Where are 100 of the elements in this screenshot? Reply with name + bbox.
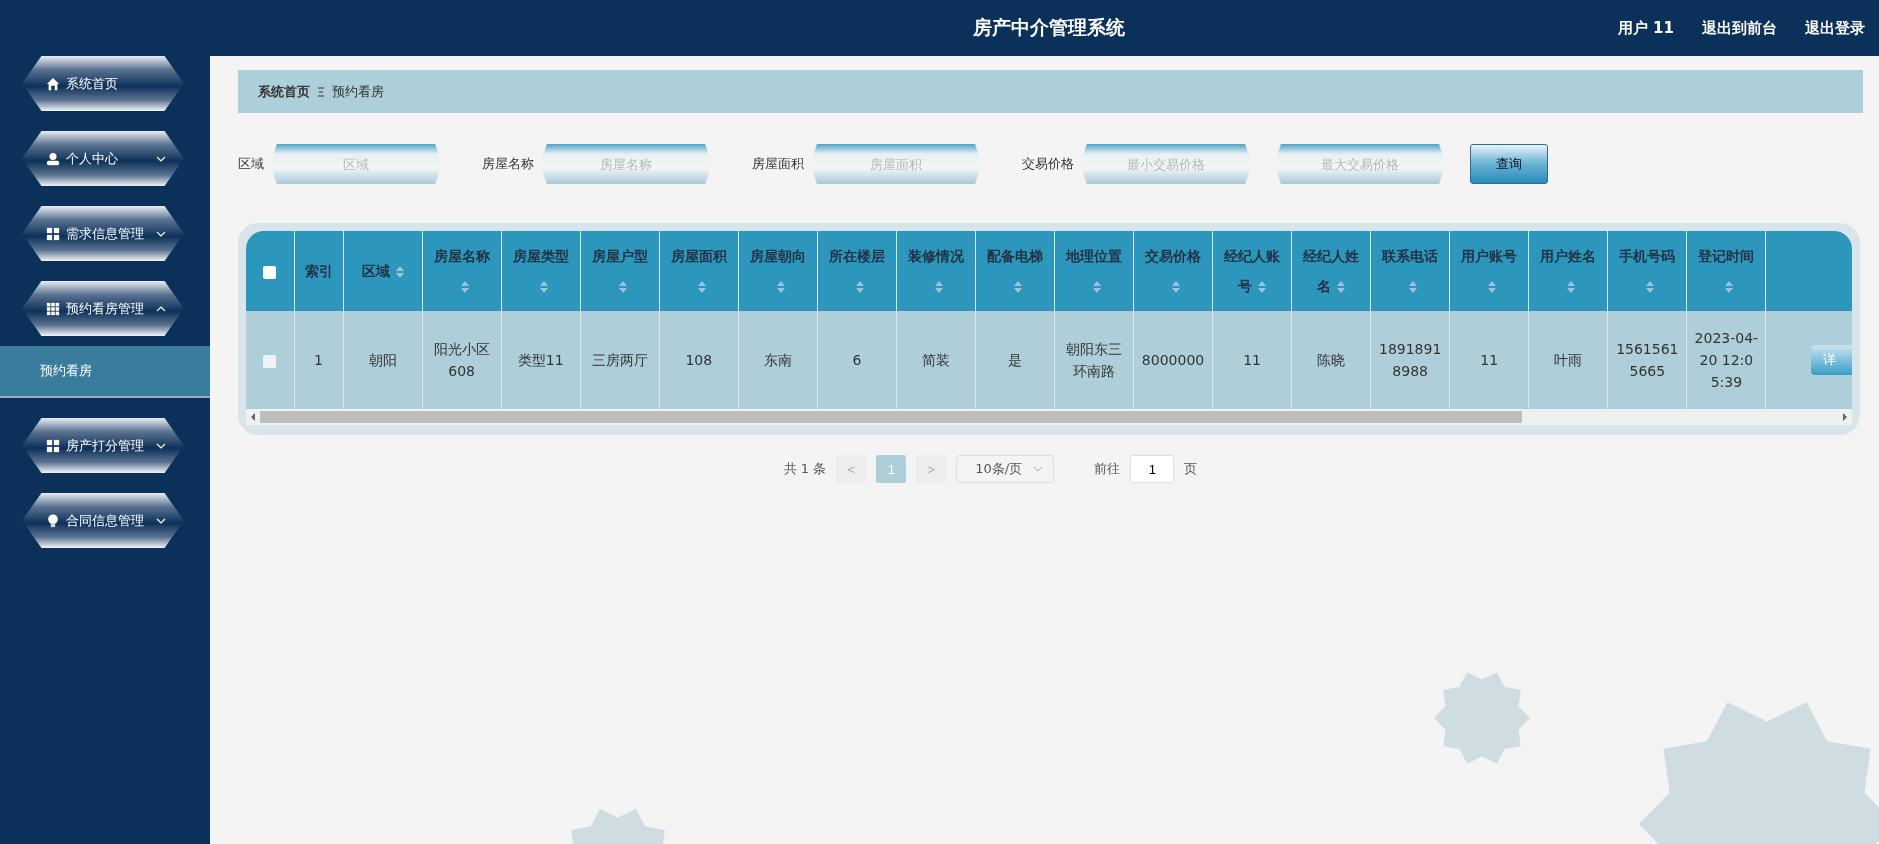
person-icon — [46, 151, 60, 166]
search-field[interactable]: 最小交易价格 — [1080, 144, 1252, 184]
table-cell: 6 — [852, 352, 862, 368]
sort-icon[interactable] — [855, 281, 864, 293]
sort-icon[interactable] — [1337, 281, 1346, 293]
horizontal-scrollbar[interactable] — [246, 409, 1852, 425]
search-field[interactable]: 区域 — [270, 144, 442, 184]
scroll-right-icon[interactable] — [1842, 413, 1848, 421]
sidebar-item[interactable]: 预约看房管理 — [22, 281, 184, 336]
app-title: 房产中介管理系统 — [971, 15, 1126, 40]
sidebar-item[interactable]: 房产打分管理 — [22, 418, 184, 473]
table-cell: 简装 — [921, 352, 950, 368]
sort-icon[interactable] — [1725, 281, 1734, 293]
column-header[interactable]: 经纪人账号 — [1212, 231, 1292, 311]
header-link[interactable]: 退出到前台 — [1702, 18, 1777, 38]
sort-icon[interactable] — [460, 281, 469, 293]
grid-icon — [46, 301, 60, 316]
table-cell: 阳光小区608 — [433, 341, 490, 379]
column-header[interactable]: 房屋面积 — [659, 231, 739, 311]
next-page-button[interactable]: > — [916, 455, 947, 483]
table-cell: 1 — [314, 352, 323, 368]
column-header[interactable]: 所在楼层 — [817, 231, 897, 311]
grid-icon — [46, 438, 60, 453]
chevron-down-icon — [1033, 466, 1044, 472]
table-cell: 东南 — [763, 352, 792, 368]
sort-icon[interactable] — [1258, 281, 1267, 293]
sidebar-item[interactable]: 需求信息管理 — [22, 206, 184, 261]
breadcrumb-item[interactable]: 系统首页 — [258, 82, 310, 101]
sort-icon[interactable] — [1013, 281, 1022, 293]
column-header[interactable]: 房屋朝向 — [738, 231, 818, 311]
search-field[interactable]: 房屋名称 — [540, 144, 712, 184]
column-header[interactable]: 手机号码 — [1607, 231, 1687, 311]
sort-icon[interactable] — [395, 266, 404, 278]
table-cell: 三房两厅 — [591, 352, 648, 368]
scroll-left-icon[interactable] — [250, 413, 256, 421]
filter-label: 交易价格 — [1022, 155, 1074, 173]
column-header[interactable]: 地理位置 — [1054, 231, 1134, 311]
table-cell: 朝阳 — [368, 352, 397, 368]
sort-icon[interactable] — [697, 281, 706, 293]
table-cell: 11 — [1480, 352, 1499, 368]
table-cell: 8000000 — [1141, 352, 1205, 368]
sidebar-item[interactable]: 合同信息管理 — [22, 493, 184, 548]
sort-icon[interactable] — [1567, 281, 1576, 293]
sort-icon[interactable] — [618, 281, 627, 293]
column-header[interactable]: 经纪人姓名 — [1291, 231, 1371, 311]
previous-page-button[interactable]: < — [836, 455, 867, 483]
column-header[interactable]: 房屋户型 — [580, 231, 660, 311]
caret-icon — [156, 230, 166, 237]
sort-icon[interactable] — [1488, 281, 1497, 293]
bulb-icon — [46, 513, 60, 528]
page-input[interactable]: 1 — [1130, 455, 1175, 483]
column-header[interactable]: 房屋类型 — [501, 231, 581, 311]
column-header[interactable]: 区域 — [343, 231, 423, 311]
column-header[interactable]: 用户账号 — [1449, 231, 1529, 311]
search-field[interactable]: 最大交易价格 — [1274, 144, 1446, 184]
table-cell: 朝阳东三环南路 — [1065, 341, 1122, 379]
separator-icon — [318, 86, 324, 97]
column-header[interactable]: 装修情况 — [896, 231, 976, 311]
column-header[interactable]: 用户姓名 — [1528, 231, 1608, 311]
column-header[interactable]: 配备电梯 — [975, 231, 1055, 311]
user-name: 用户 11 — [1617, 18, 1674, 38]
sort-icon[interactable] — [776, 281, 785, 293]
column-header[interactable]: 登记时间 — [1686, 231, 1766, 311]
table-cell: 18918918988 — [1379, 341, 1442, 379]
filter-label: 区域 — [238, 155, 264, 173]
table-cell: 是 — [1007, 352, 1022, 368]
total-count: 共 1 条 — [783, 460, 827, 478]
table-cell: 叶雨 — [1554, 352, 1583, 368]
sort-icon[interactable] — [1172, 281, 1180, 293]
goto-label: 前往 — [1094, 460, 1121, 478]
select-all-checkbox[interactable] — [263, 265, 277, 279]
breadcrumb-item: 预约看房 — [332, 82, 384, 101]
row-checkbox[interactable] — [263, 354, 277, 368]
sort-icon[interactable] — [539, 281, 548, 293]
table-cell: 类型11 — [517, 352, 564, 368]
search-button[interactable]: 查询 — [1470, 144, 1548, 184]
page-unit: 页 — [1184, 460, 1198, 478]
caret-icon — [156, 442, 166, 449]
sort-icon[interactable] — [934, 281, 943, 293]
table-cell: 15615615665 — [1616, 341, 1679, 379]
table-cell: 2023-04-20 12:05:39 — [1694, 330, 1759, 390]
grid-icon — [46, 226, 60, 241]
column-header: 索引 — [294, 231, 344, 311]
sidebar-item[interactable]: 系统首页 — [22, 56, 184, 111]
sidebar-item[interactable]: 个人中心 — [22, 131, 184, 186]
column-header[interactable]: 交易价格 — [1133, 231, 1213, 311]
sidebar-subitem[interactable]: 预约看房 — [0, 346, 210, 398]
header-link[interactable]: 退出登录 — [1805, 18, 1865, 38]
sort-icon[interactable] — [1646, 281, 1655, 293]
column-header[interactable]: 联系电话 — [1370, 231, 1450, 311]
column-header[interactable]: 房屋名称 — [422, 231, 502, 311]
sort-icon[interactable] — [1409, 281, 1418, 293]
sort-icon[interactable] — [1092, 281, 1101, 293]
search-field[interactable]: 房屋面积 — [810, 144, 982, 184]
filter-label: 房屋面积 — [752, 155, 804, 173]
home-icon — [46, 76, 60, 91]
caret-icon — [156, 517, 166, 524]
page-size-select[interactable]: 10条/页 — [956, 455, 1055, 483]
table-cell: 108 — [685, 352, 713, 368]
details-button[interactable]: 详 — [1811, 345, 1852, 375]
